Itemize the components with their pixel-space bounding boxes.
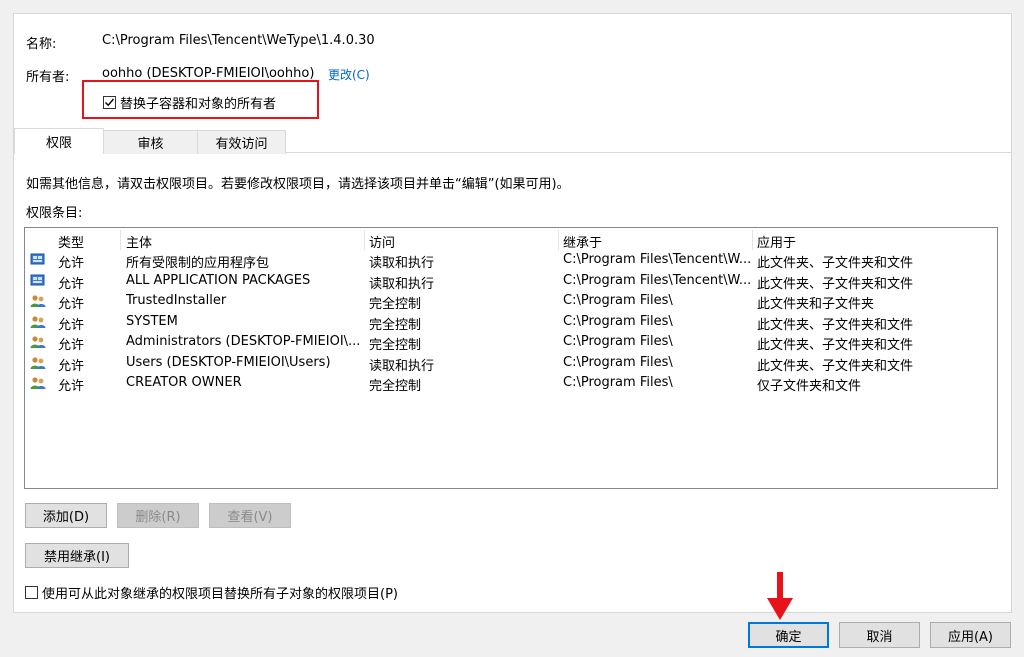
- tab-bar: 权限 审核 有效访问: [14, 128, 286, 154]
- tab-auditing[interactable]: 审核: [103, 130, 198, 154]
- app-package-icon: [30, 274, 46, 288]
- entries-label: 权限条目:: [26, 206, 83, 221]
- cell-inherited: C:\Program Files\Tencent\W...: [563, 272, 751, 288]
- cell-access: 完全控制: [369, 379, 422, 394]
- cell-access: 完全控制: [369, 297, 422, 312]
- column-header-applies[interactable]: 应用于: [757, 232, 796, 251]
- table-row[interactable]: 允许 所有受限制的应用程序包 读取和执行 C:\Program Files\Tence…: [25, 250, 997, 271]
- column-header-principal[interactable]: 主体: [126, 232, 152, 251]
- tab-label: 权限: [45, 136, 72, 151]
- cell-access: 读取和执行: [369, 358, 435, 374]
- column-separator: [558, 230, 559, 250]
- replace-child-permissions-label: 使用可从此对象继承的权限项目替换所有子对象的权限项目(P): [42, 587, 398, 602]
- remove-button[interactable]: 删除(R): [117, 503, 199, 528]
- cell-inherited: C:\Program Files\Tencent\W...: [563, 252, 751, 267]
- user-group-icon: [30, 315, 46, 329]
- app-package-icon: [30, 253, 46, 267]
- table-row[interactable]: 允许 SYSTEM 完全控制 C:\Program Files\ 此文件夹、子文件夹和文…: [25, 312, 997, 333]
- ok-button[interactable]: 确定: [748, 622, 829, 648]
- cell-access: 读取和执行: [369, 256, 435, 271]
- cell-type: 允许: [58, 276, 85, 292]
- cell-inherited: C:\Program Files\: [563, 293, 673, 308]
- cell-inherited: C:\Program Files\: [563, 375, 673, 390]
- tab-label: 审核: [137, 137, 164, 152]
- table-row[interactable]: 允许 Administrators (DESKTOP-FMIEIOI\... 完全控…: [25, 332, 997, 353]
- table-row[interactable]: 允许 CREATOR OWNER 完全控制 C:\Program Files\ 仅子文件…: [25, 373, 997, 394]
- table-row[interactable]: 允许 TrustedInstaller 完全控制 C:\Program Files\ 此…: [25, 291, 997, 312]
- cell-applies: 此文件夹和子文件夹: [757, 297, 875, 312]
- cell-access: 完全控制: [369, 317, 422, 333]
- add-button[interactable]: 添加(D): [25, 503, 107, 528]
- info-text: 如需其他信息，请双击权限项目。若要修改权限项目，请选择该项目并单击“编辑”(如果…: [26, 177, 570, 192]
- cell-inherited: C:\Program Files\: [563, 313, 673, 329]
- cell-applies: 此文件夹、子文件夹和文件: [757, 317, 914, 333]
- tab-effective-access[interactable]: 有效访问: [197, 130, 286, 154]
- name-value: C:\Program Files\Tencent\WeType\1.4.0.30: [102, 33, 375, 48]
- column-separator: [364, 230, 365, 250]
- view-button[interactable]: 查看(V): [209, 503, 291, 528]
- user-group-icon: [30, 294, 46, 308]
- cell-inherited: C:\Program Files\: [563, 354, 673, 370]
- owner-label: 所有者:: [26, 70, 70, 85]
- name-label: 名称:: [26, 37, 57, 52]
- table-row[interactable]: 允许 Users (DESKTOP-FMIEIOI\Users) 读取和执行 C:\P…: [25, 353, 997, 374]
- user-group-icon: [30, 376, 46, 390]
- permission-entries-table[interactable]: 类型 主体 访问 继承于 应用于 允许 所有受限制的应用程序包 读取和执行 C:\Pr…: [24, 227, 998, 489]
- replace-child-permissions-checkbox[interactable]: [25, 586, 38, 599]
- column-separator: [120, 230, 121, 250]
- owner-value: oohho (DESKTOP-FMIEIOI\oohho): [102, 66, 315, 81]
- cell-type: 允许: [58, 379, 85, 394]
- cell-applies: 此文件夹、子文件夹和文件: [757, 276, 914, 292]
- tab-label: 有效访问: [215, 137, 268, 152]
- cell-type: 允许: [58, 358, 85, 374]
- column-header-type[interactable]: 类型: [58, 232, 84, 251]
- cell-principal: SYSTEM: [126, 313, 178, 329]
- column-header-inherited[interactable]: 继承于: [563, 232, 602, 251]
- red-arrow-icon: [767, 572, 793, 620]
- highlight-box: [82, 80, 319, 119]
- cell-principal: Administrators (DESKTOP-FMIEIOI\...: [126, 334, 361, 349]
- disable-inheritance-button[interactable]: 禁用继承(I): [25, 543, 129, 568]
- cell-principal: CREATOR OWNER: [126, 375, 242, 390]
- cell-type: 允许: [58, 317, 85, 333]
- user-group-icon: [30, 356, 46, 370]
- cell-inherited: C:\Program Files\: [563, 334, 673, 349]
- cell-access: 完全控制: [369, 338, 422, 353]
- cell-principal: TrustedInstaller: [126, 293, 227, 308]
- change-owner-link[interactable]: 更改(C): [328, 66, 370, 83]
- table-row[interactable]: 允许 ALL APPLICATION PACKAGES 读取和执行 C:\Progra…: [25, 271, 997, 292]
- cell-principal: ALL APPLICATION PACKAGES: [126, 272, 311, 288]
- column-header-access[interactable]: 访问: [369, 232, 395, 251]
- tab-permissions[interactable]: 权限: [14, 128, 104, 154]
- apply-button[interactable]: 应用(A): [930, 622, 1011, 648]
- cell-type: 允许: [58, 338, 85, 353]
- cell-applies: 此文件夹、子文件夹和文件: [757, 338, 914, 353]
- user-group-icon: [30, 335, 46, 349]
- cell-applies: 此文件夹、子文件夹和文件: [757, 358, 914, 374]
- cell-access: 读取和执行: [369, 276, 435, 292]
- cell-principal: 所有受限制的应用程序包: [126, 256, 270, 271]
- cancel-button[interactable]: 取消: [839, 622, 920, 648]
- cell-applies: 此文件夹、子文件夹和文件: [757, 256, 914, 271]
- cell-applies: 仅子文件夹和文件: [757, 379, 862, 394]
- column-separator: [752, 230, 753, 250]
- cell-type: 允许: [58, 256, 85, 271]
- cell-principal: Users (DESKTOP-FMIEIOI\Users): [126, 354, 331, 370]
- replace-child-permissions-option[interactable]: 使用可从此对象继承的权限项目替换所有子对象的权限项目(P): [25, 583, 398, 602]
- cell-type: 允许: [58, 297, 85, 312]
